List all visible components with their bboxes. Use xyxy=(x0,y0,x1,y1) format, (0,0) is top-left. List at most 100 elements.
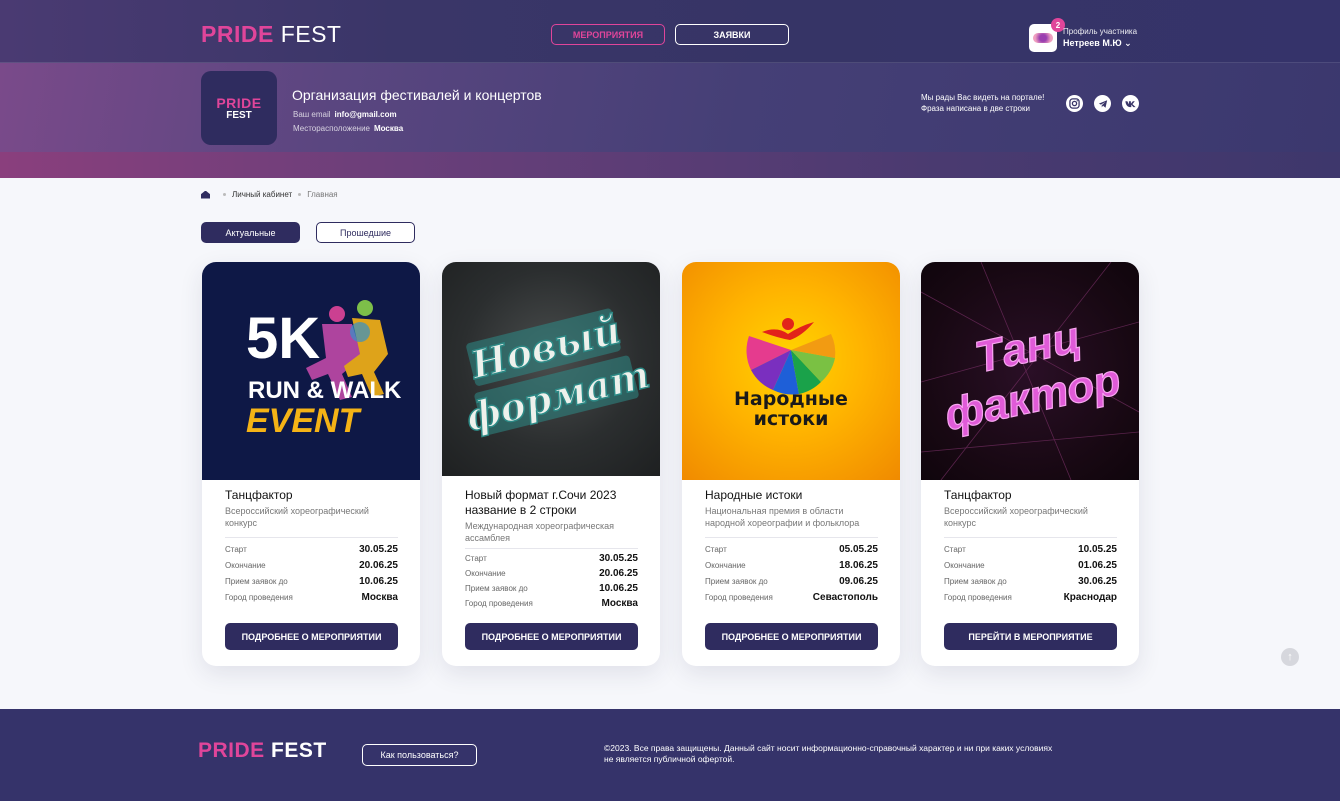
organization-location: Месторасположение Москва xyxy=(293,124,403,133)
detail-value: 10.06.25 xyxy=(599,583,638,594)
detail-label: Окончание xyxy=(225,561,266,570)
detail-label: Прием заявок до xyxy=(944,577,1007,586)
event-card[interactable]: Народные истоки Народные истоки Национал… xyxy=(682,262,900,666)
event-title: Народные истоки xyxy=(705,488,803,502)
detail-label: Город проведения xyxy=(465,599,533,608)
event-details-button[interactable]: Подробнее о мероприятии xyxy=(225,623,398,650)
detail-label: Город проведения xyxy=(705,593,773,602)
event-subtitle: Национальная премия в области народной х… xyxy=(705,506,860,528)
event-open-button[interactable]: Перейти в мероприятие xyxy=(944,623,1117,650)
breadcrumb-cabinet[interactable]: Личный кабинет xyxy=(232,190,292,199)
location-label: Месторасположение xyxy=(293,124,370,133)
welcome-line-1: Мы рады Вас видеть на портале! xyxy=(921,93,1045,102)
logo-fest: FEST xyxy=(280,21,342,47)
footer: PRIDE FEST Как пользоваться? ©2023. Все … xyxy=(0,709,1340,801)
event-card[interactable]: Танц фактор Танцфактор Всероссийский хор… xyxy=(921,262,1139,666)
detail-start: Старт 30.05.25 xyxy=(225,544,398,560)
profile-name[interactable]: Нетреев М.Ю ⌄ xyxy=(1063,38,1137,49)
event-image: 5K RUN & WALK EVENT xyxy=(202,262,420,480)
how-to-use-button[interactable]: Как пользоваться? xyxy=(362,744,477,766)
site-logo[interactable]: PRIDE FEST xyxy=(201,21,341,48)
footer-logo[interactable]: PRIDE FEST xyxy=(198,739,327,763)
detail-start: Старт 10.05.25 xyxy=(944,544,1117,560)
email-value: info@gmail.com xyxy=(334,110,397,119)
detail-label: Прием заявок до xyxy=(705,577,768,586)
detail-label: Старт xyxy=(465,554,487,563)
telegram-icon[interactable] xyxy=(1094,95,1111,112)
detail-start: Старт 05.05.25 xyxy=(705,544,878,560)
detail-value: 30.05.25 xyxy=(359,544,398,555)
detail-label: Прием заявок до xyxy=(225,577,288,586)
detail-label: Старт xyxy=(705,545,727,554)
instagram-icon[interactable] xyxy=(1066,95,1083,112)
image-text-narodnye: Народные xyxy=(734,388,848,410)
event-card[interactable]: 5K RUN & WALK EVENT Танцфактор Всероссий… xyxy=(202,262,420,666)
breadcrumb: Личный кабинет Главная xyxy=(201,190,338,199)
tab-current[interactable]: Актуальные xyxy=(201,222,300,243)
detail-value: 30.06.25 xyxy=(1078,576,1117,587)
image-text-istoki: истоки xyxy=(754,408,829,430)
detail-label: Прием заявок до xyxy=(465,584,528,593)
detail-deadline: Прием заявок до 09.06.25 xyxy=(705,576,878,592)
organization-panel: PRIDE FEST Организация фестивалей и конц… xyxy=(0,63,1340,178)
profile-menu[interactable]: 2 Профиль участника Нетреев М.Ю ⌄ xyxy=(1029,18,1138,52)
event-details-button[interactable]: Подробнее о мероприятии xyxy=(705,623,878,650)
detail-deadline: Прием заявок до 10.06.25 xyxy=(465,583,638,598)
org-logo-pride: PRIDE xyxy=(216,94,262,111)
avatar[interactable]: 2 xyxy=(1029,18,1065,52)
detail-city: Город проведения Севастополь xyxy=(705,592,878,608)
nav-applications-button[interactable]: Заявки xyxy=(675,24,789,45)
detail-value: Москва xyxy=(601,598,638,609)
detail-label: Город проведения xyxy=(944,593,1012,602)
event-title: Танцфактор xyxy=(225,488,293,502)
event-image: Народные истоки xyxy=(682,262,900,480)
detail-label: Старт xyxy=(225,545,247,554)
scroll-to-top-button[interactable]: ↑ xyxy=(1281,648,1299,666)
detail-end: Окончание 18.06.25 xyxy=(705,560,878,576)
organization-title: Организация фестивалей и концертов xyxy=(292,87,542,103)
image-text-run-walk: RUN & WALK xyxy=(248,377,402,404)
event-card[interactable]: Новый формат Новый формат г.Сочи 2023 на… xyxy=(442,262,660,666)
breadcrumb-separator xyxy=(298,193,302,196)
event-details-button[interactable]: Подробнее о мероприятии xyxy=(465,623,638,650)
home-icon[interactable] xyxy=(201,190,210,199)
breadcrumb-separator xyxy=(223,193,226,196)
email-label: Ваш email xyxy=(293,110,331,119)
welcome-line-2: Фраза написана в две строки xyxy=(921,104,1030,113)
breadcrumb-current: Главная xyxy=(307,190,338,199)
detail-value: Севастополь xyxy=(812,592,878,603)
detail-deadline: Прием заявок до 30.06.25 xyxy=(944,576,1117,592)
detail-end: Окончание 20.06.25 xyxy=(225,560,398,576)
welcome-text: Мы рады Вас видеть на портале! Фраза нап… xyxy=(921,92,1044,114)
organization-email: Ваш email info@gmail.com xyxy=(293,110,397,119)
detail-value: 09.06.25 xyxy=(839,576,878,587)
detail-value: 18.06.25 xyxy=(839,560,878,571)
copyright: ©2023. Все права защищены. Данный сайт н… xyxy=(604,743,1104,765)
top-nav: PRIDE FEST Мероприятия Заявки 2 Профиль … xyxy=(0,0,1340,63)
vk-icon[interactable] xyxy=(1122,95,1139,112)
detail-end: Окончание 20.06.25 xyxy=(465,568,638,583)
detail-label: Окончание xyxy=(705,561,746,570)
detail-value: 30.05.25 xyxy=(599,553,638,564)
event-card-body: Танцфактор Всероссийский хореографически… xyxy=(225,488,398,608)
event-image: Новый формат xyxy=(442,262,660,476)
copyright-line-1: ©2023. Все права защищены. Данный сайт н… xyxy=(604,743,1053,753)
detail-city: Город проведения Москва xyxy=(225,592,398,608)
detail-city: Город проведения Москва xyxy=(465,598,638,613)
detail-value: Москва xyxy=(361,592,398,603)
detail-city: Город проведения Краснодар xyxy=(944,592,1117,608)
detail-value: 10.06.25 xyxy=(359,576,398,587)
event-subtitle: Всероссийский хореографический конкурс xyxy=(944,506,1088,528)
tab-past[interactable]: Прошедшие xyxy=(316,222,415,243)
detail-value: 01.06.25 xyxy=(1078,560,1117,571)
nav-events-button[interactable]: Мероприятия xyxy=(551,24,665,45)
event-card-body: Танцфактор Всероссийский хореографически… xyxy=(944,488,1117,608)
detail-value: 05.05.25 xyxy=(839,544,878,555)
event-card-body: Народные истоки Национальная премия в об… xyxy=(705,488,878,608)
event-image: Танц фактор xyxy=(921,262,1139,480)
detail-value: 10.05.25 xyxy=(1078,544,1117,555)
detail-label: Окончание xyxy=(944,561,985,570)
event-subtitle: Всероссийский хореографический конкурс xyxy=(225,506,369,528)
profile-caption: Профиль участника xyxy=(1063,27,1138,36)
footer-logo-pride: PRIDE xyxy=(198,739,265,762)
